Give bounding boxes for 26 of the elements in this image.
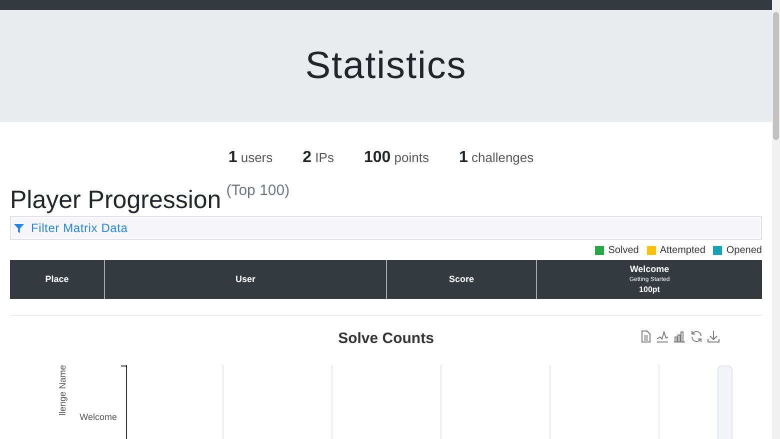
- legend-label: Opened: [726, 244, 762, 258]
- axis-tick-label: Welcome: [80, 411, 117, 424]
- legend-label: Attempted: [660, 244, 706, 258]
- page-title: Statistics: [305, 44, 467, 88]
- column-header: Welcome: [630, 264, 670, 275]
- line-chart-icon[interactable]: [656, 330, 669, 343]
- section-note: (Top 100): [226, 181, 290, 201]
- column-header: User: [235, 272, 256, 286]
- column-header: Score: [448, 272, 474, 286]
- scrollbar[interactable]: [772, 0, 780, 439]
- download-icon[interactable]: [707, 330, 720, 343]
- stat-text: 1 users: [228, 148, 273, 168]
- document-icon[interactable]: [639, 330, 652, 343]
- legend-label: Solved: [608, 244, 639, 258]
- section-heading: Player Progression: [10, 185, 222, 216]
- refresh-icon[interactable]: [690, 330, 703, 343]
- column-header: Place: [45, 272, 69, 286]
- column-points: 100pt: [639, 285, 660, 295]
- axis-title: llenge Name: [56, 364, 68, 415]
- stat-text: 2 IPs: [302, 148, 334, 168]
- stat-text: 1 challenges: [458, 148, 534, 168]
- filter-icon: [14, 223, 24, 233]
- stat-text: 100 points: [364, 148, 429, 168]
- bar-chart-icon[interactable]: [673, 330, 686, 343]
- filter-link[interactable]: Filter Matrix Data: [14, 219, 128, 237]
- chart-title: Solve Counts: [338, 328, 434, 349]
